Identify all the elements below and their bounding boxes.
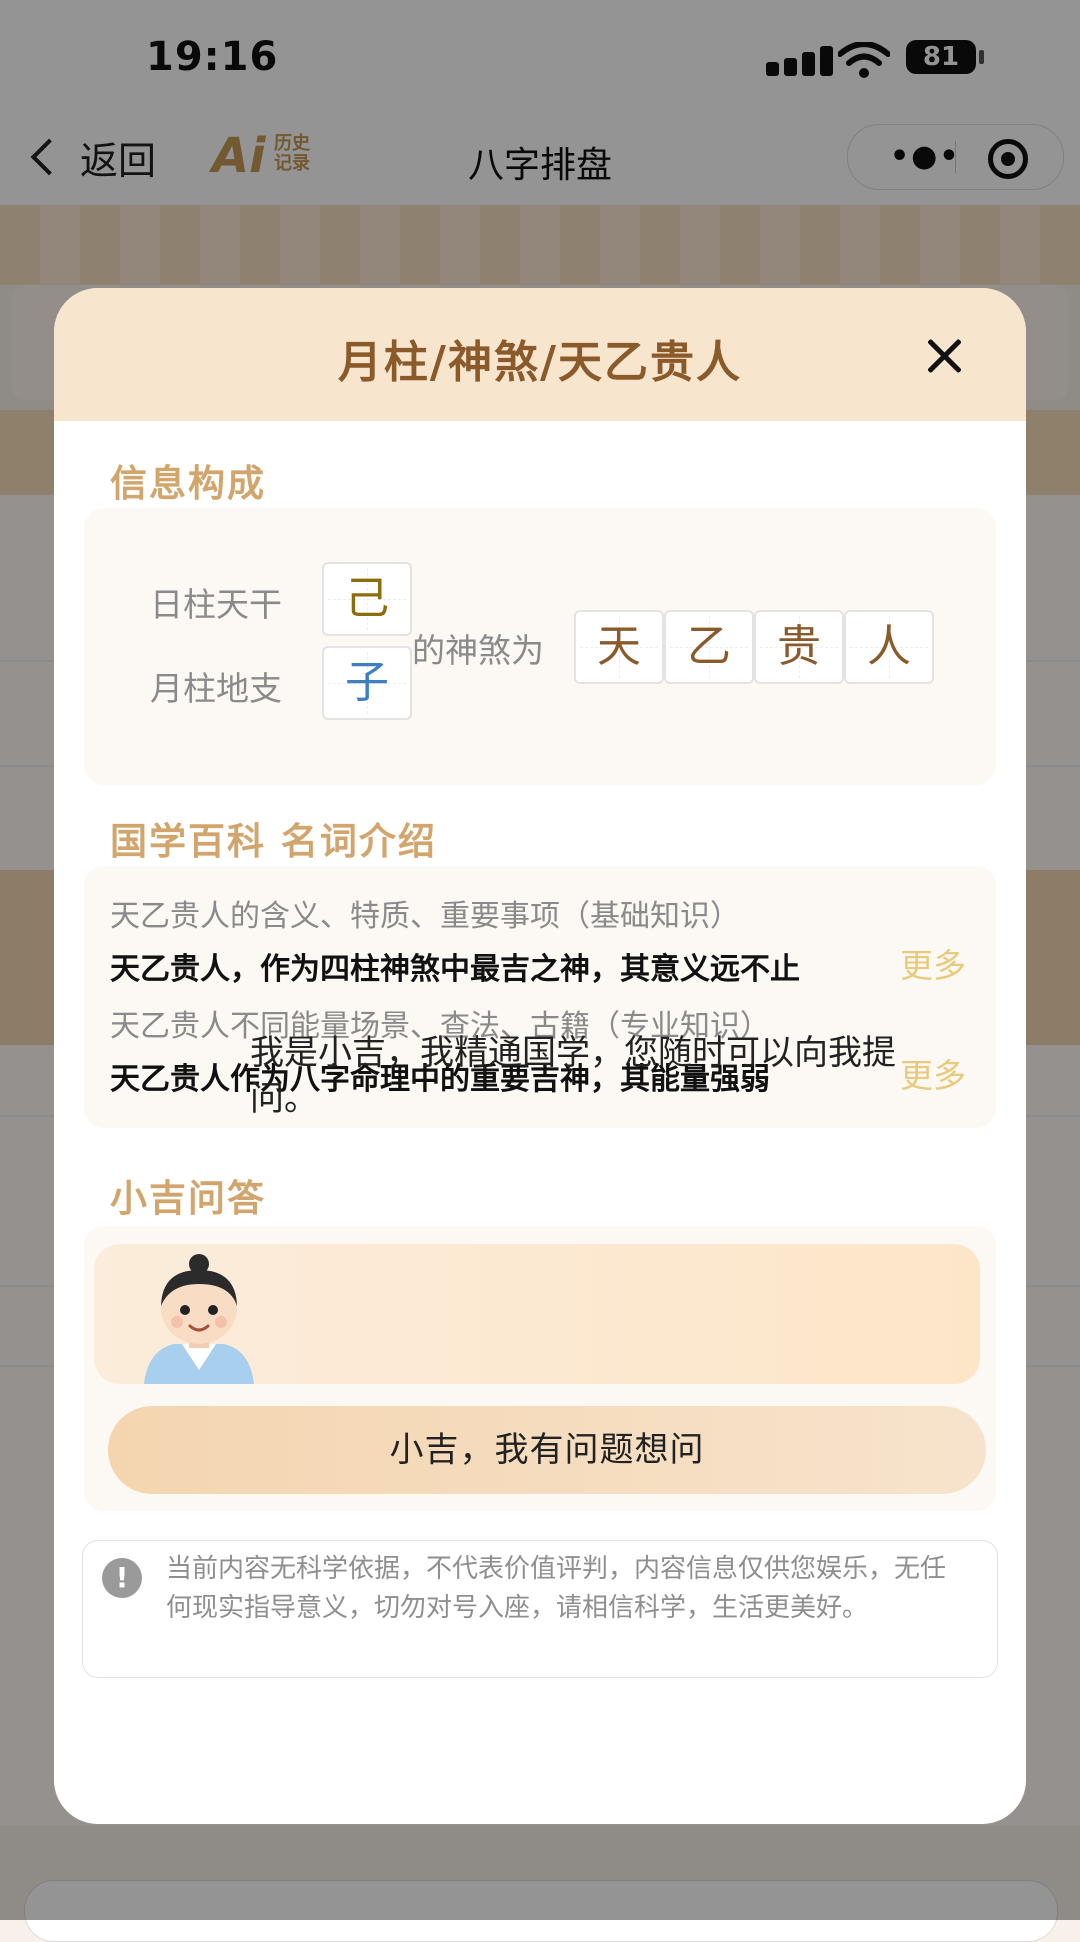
ask-question-button[interactable]: 小吉，我有问题想问 xyxy=(108,1406,986,1494)
ency-subtitle: 天乙贵人的含义、特质、重要事项（基础知识） xyxy=(110,899,740,934)
result-char: 乙 xyxy=(687,621,731,672)
ency-text: 天乙贵人，作为四柱神煞中最吉之神，其意义远不止 xyxy=(110,952,800,987)
close-icon[interactable] xyxy=(916,330,972,386)
day-stem-cell: 己 xyxy=(322,562,412,636)
day-stem-char: 己 xyxy=(345,573,389,624)
row-label-month-branch: 月柱地支 xyxy=(150,669,282,708)
row-label-day-stem: 日柱天干 xyxy=(150,585,282,624)
disclaimer-text: 当前内容无科学依据，不代表价值评判，内容信息仅供您娱乐，无任何现实指导意义，切勿… xyxy=(166,1554,947,1623)
result-char: 人 xyxy=(867,621,911,672)
qa-message: 我是小吉，我精通国学，您随时可以向我提问。 xyxy=(250,1033,896,1119)
connector-text: 的神煞为 xyxy=(412,631,544,670)
info-section-title: 信息构成 xyxy=(110,462,266,505)
more-link[interactable]: 更多 xyxy=(884,939,966,987)
modal-title: 月柱/神煞/天乙贵人 xyxy=(337,337,743,388)
result-char-cell: 乙 xyxy=(664,610,754,684)
qa-section-title: 小吉问答 xyxy=(110,1177,266,1220)
detail-modal: 月柱/神煞/天乙贵人 信息构成 日柱天干 己 月柱地支 子 的神煞为 天 乙 贵… xyxy=(54,288,1026,1824)
xiaoji-avatar-icon xyxy=(144,1254,254,1384)
ency-section-title: 国学百科 名词介绍 xyxy=(110,820,437,863)
result-char-cell: 人 xyxy=(844,610,934,684)
result-char: 贵 xyxy=(777,621,821,672)
result-char: 天 xyxy=(597,621,641,672)
result-char-cell: 天 xyxy=(574,610,664,684)
month-branch-cell: 子 xyxy=(322,646,412,720)
exclamation-icon: ! xyxy=(102,1558,142,1598)
modal-header: 月柱/神煞/天乙贵人 xyxy=(54,288,1026,421)
month-branch-char: 子 xyxy=(345,657,389,708)
result-char-cell: 贵 xyxy=(754,610,844,684)
